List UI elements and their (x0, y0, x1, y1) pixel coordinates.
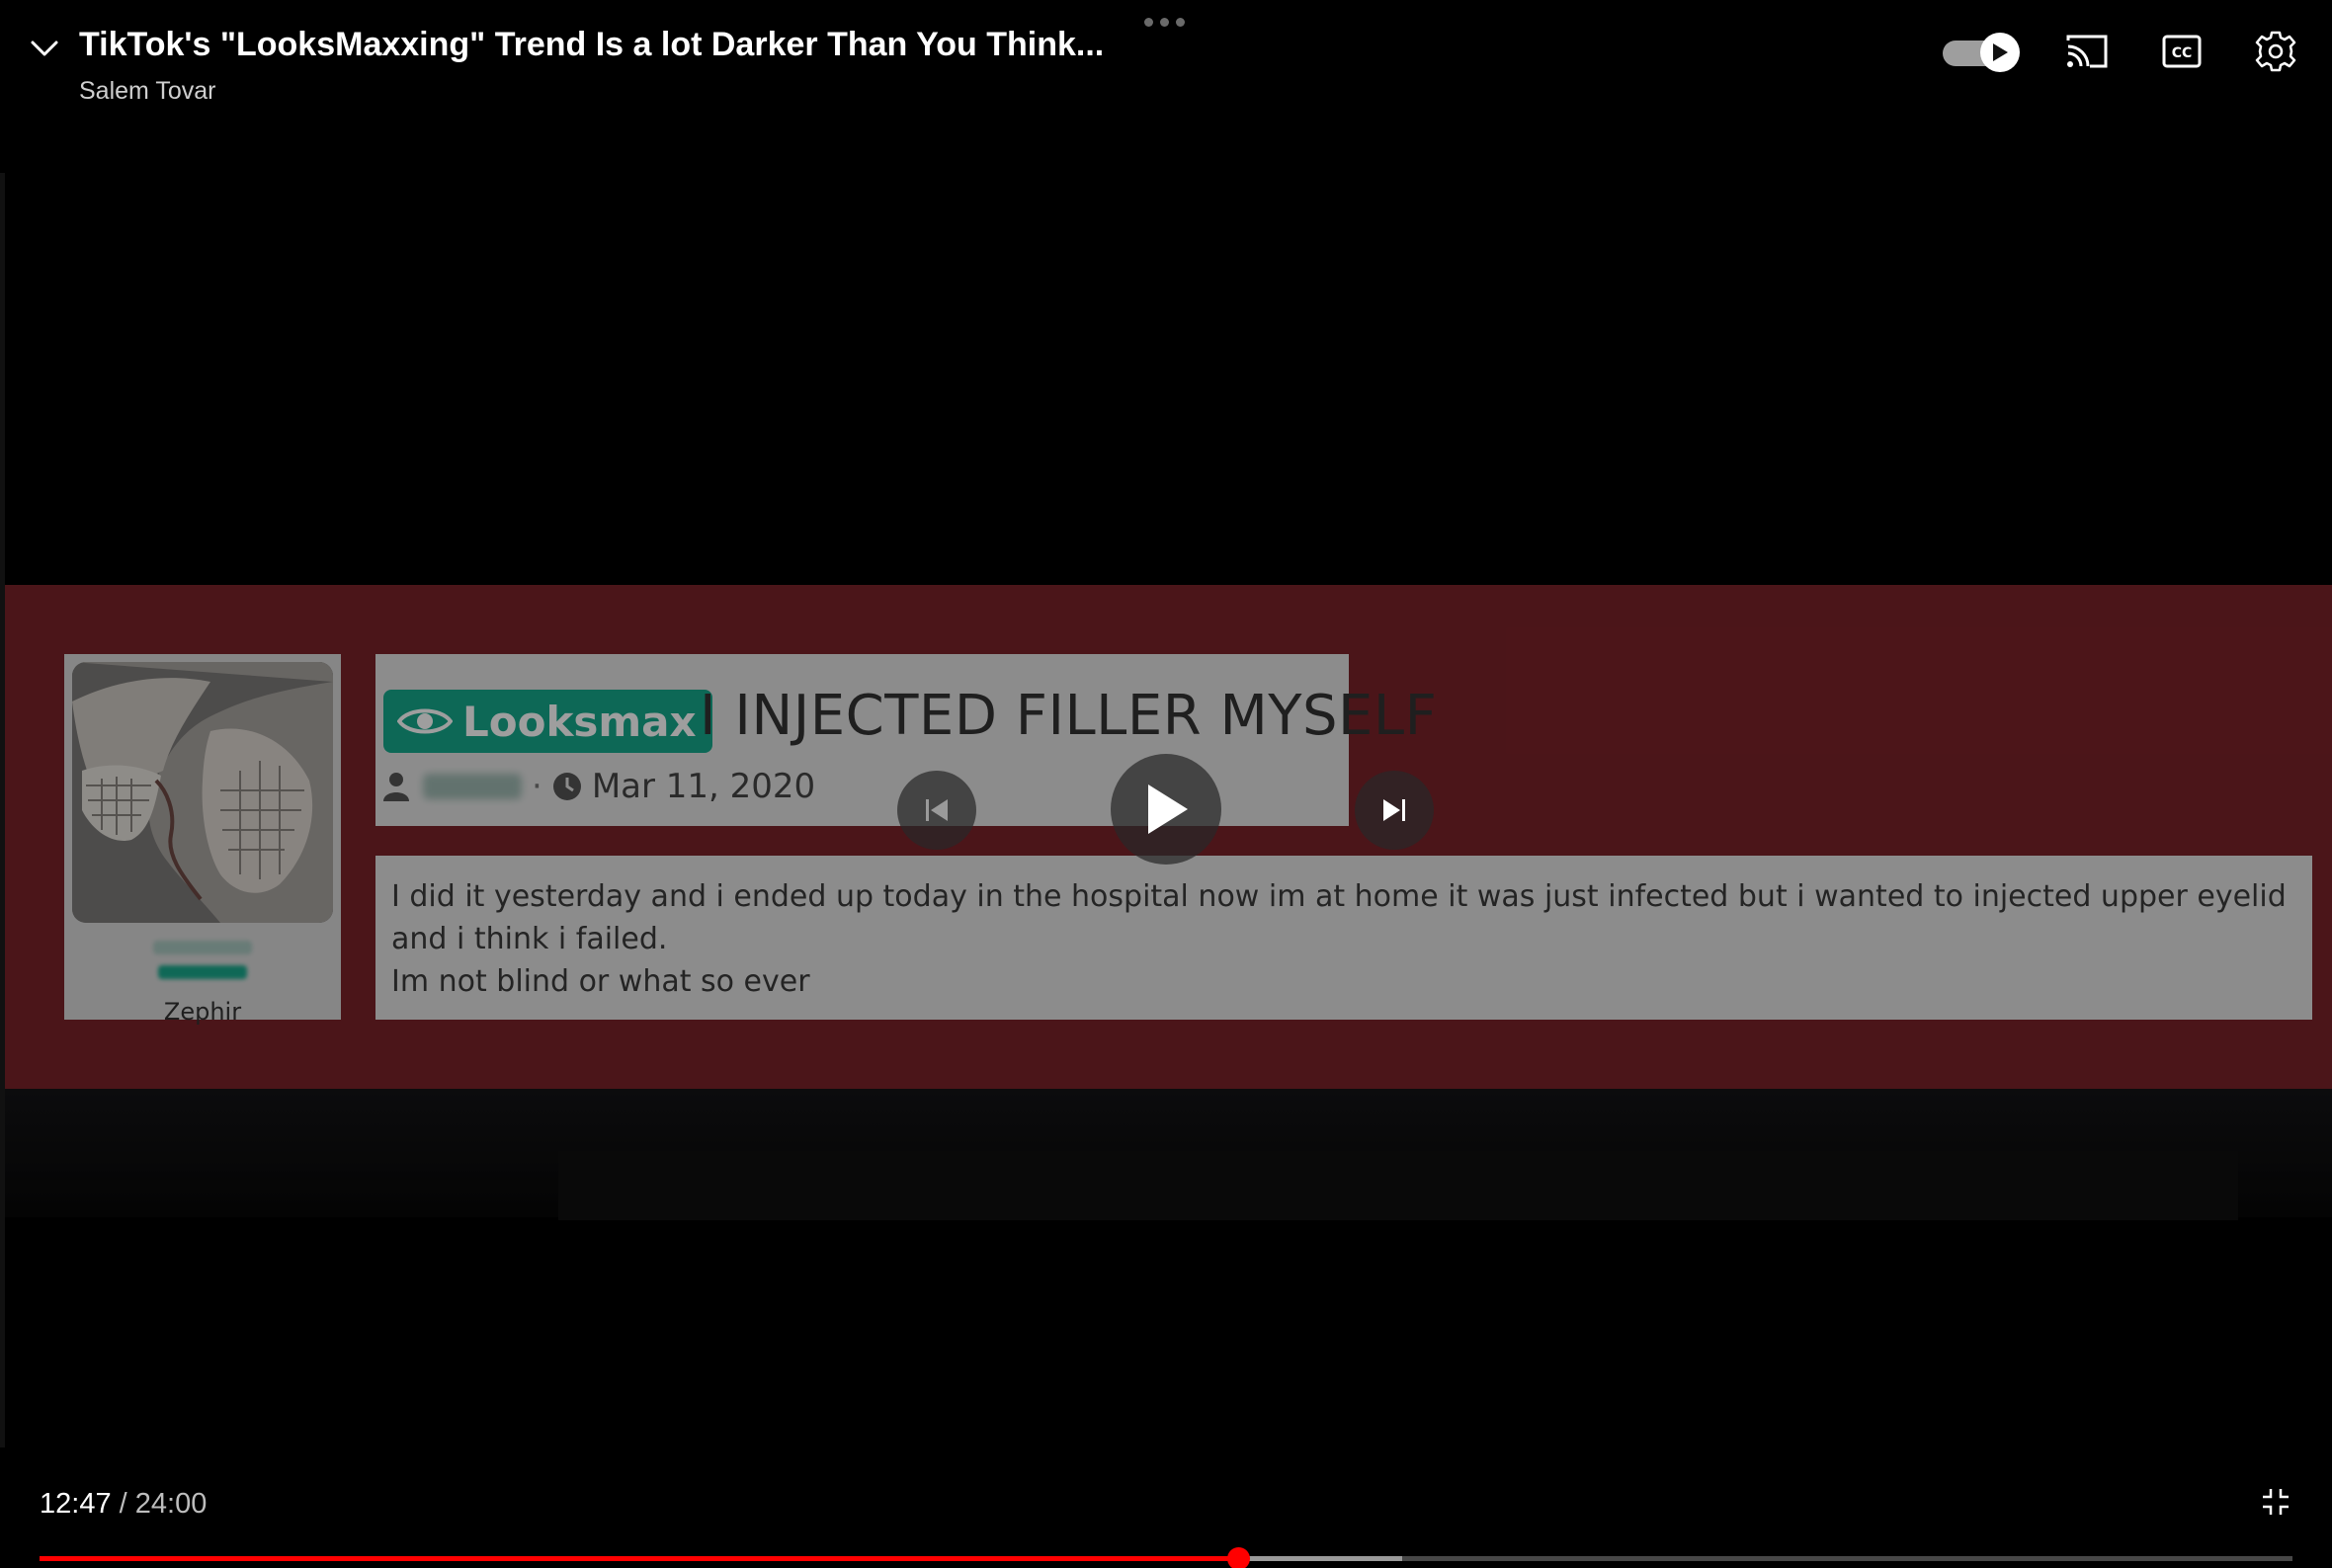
progress-scrubber-handle[interactable] (1226, 1547, 1250, 1568)
thread-date: Mar 11, 2020 (591, 767, 816, 806)
cast-icon[interactable] (2063, 30, 2111, 73)
skip-previous-icon[interactable] (897, 771, 976, 850)
chevron-down-icon[interactable] (28, 32, 67, 65)
thread-meta: · Mar 11, 2020 (383, 765, 815, 808)
play-icon[interactable] (1111, 754, 1221, 865)
autoplay-play-icon (1980, 33, 2020, 72)
forum-badge-label: Looksmax (462, 697, 697, 746)
eye-icon (397, 708, 453, 734)
progress-played (40, 1556, 1238, 1561)
current-time: 12:47 (40, 1488, 112, 1520)
time-separator: / (111, 1488, 135, 1520)
video-title[interactable]: TikTok's "LooksMaxxing" Trend Is a lot D… (79, 26, 1104, 64)
post-author-card: Zephir (64, 654, 341, 1026)
channel-name[interactable]: Salem Tovar (79, 77, 216, 106)
post-text: I did it yesterday and i ended up today … (391, 875, 2298, 1003)
cc-icon[interactable]: CC (2158, 30, 2206, 73)
avatar (72, 662, 333, 923)
gear-icon[interactable] (2252, 30, 2299, 73)
avatar-name-block: Zephir (64, 937, 341, 1026)
user-icon (383, 773, 409, 801)
exit-fullscreen-icon[interactable] (2261, 1487, 2290, 1517)
video-duration: 24:00 (134, 1488, 208, 1520)
video-dark-strip-inner (558, 1151, 2238, 1220)
blurred-author (423, 774, 522, 799)
progress-bar[interactable] (40, 1547, 2292, 1568)
skip-next-icon[interactable] (1355, 771, 1434, 850)
forum-badge: Looksmax (383, 690, 712, 753)
time-display: 12:47 / 24:00 (40, 1488, 207, 1521)
post-body-box: I did it yesterday and i ended up today … (375, 856, 2312, 1020)
thread-title: I INJECTED FILLER MYSELF (700, 684, 1438, 748)
autoplay-toggle[interactable] (1943, 33, 2020, 72)
blurred-user-rank (158, 965, 247, 979)
post-line: I did it yesterday and i ended up today … (391, 879, 2287, 956)
clock-icon (552, 773, 581, 800)
meta-dot: · (532, 767, 542, 806)
svg-text:CC: CC (2172, 45, 2193, 61)
blurred-user-title (153, 941, 252, 954)
video-player[interactable]: Zephir Looksmax I INJECTED FILLER MYSELF… (0, 0, 2332, 1568)
post-line: Im not blind or what so ever (391, 964, 810, 999)
player-top-bar: TikTok's "LooksMaxxing" Trend Is a lot D… (0, 0, 2332, 119)
post-username: Zephir (163, 998, 242, 1026)
